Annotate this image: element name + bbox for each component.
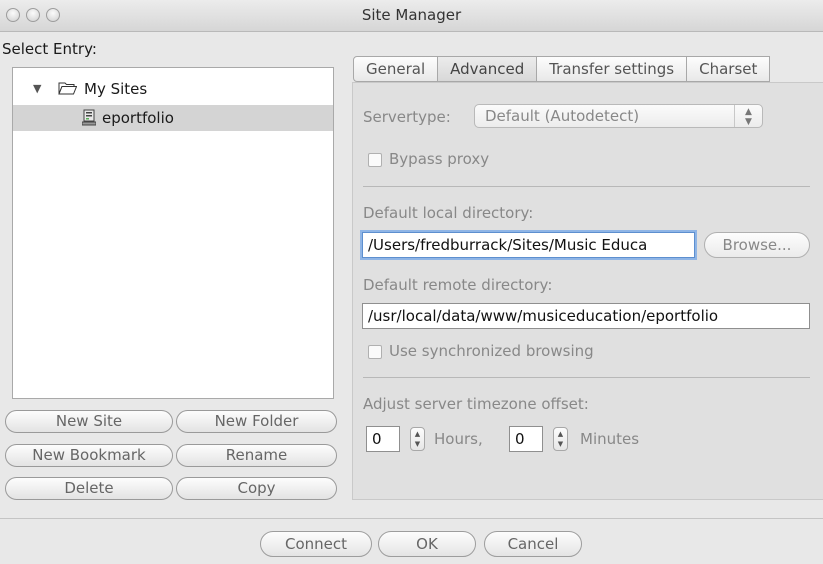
minutes-label: Minutes [580,430,640,448]
tab-general[interactable]: General [353,56,439,82]
tree-item-eportfolio[interactable]: eportfolio [13,105,333,131]
separator [363,377,810,378]
updown-arrows-icon: ▲ ▼ [734,105,762,127]
local-directory-label: Default local directory: [363,204,534,222]
select-entry-label: Select Entry: [2,40,97,58]
browse-button[interactable]: Browse... [704,232,810,258]
remote-directory-label: Default remote directory: [363,276,553,294]
tab-bar: General Advanced Transfer settings Chars… [353,56,771,82]
separator [0,518,823,519]
minutes-input[interactable]: 0 [509,426,543,452]
window-title: Site Manager [361,6,462,24]
hours-label: Hours, [434,430,483,448]
connect-button[interactable]: Connect [260,531,372,557]
new-bookmark-button[interactable]: New Bookmark [5,444,173,467]
synchronized-browsing-checkbox[interactable] [368,345,382,359]
servertype-select[interactable]: Default (Autodetect) ▲ ▼ [474,104,763,128]
new-folder-button[interactable]: New Folder [176,410,337,433]
site-tree[interactable]: ▼ My Sites eportfolio [12,67,334,399]
synchronized-browsing-label: Use synchronized browsing [389,342,594,360]
remote-directory-input[interactable]: /usr/local/data/www/musiceducation/eport… [362,303,810,329]
ok-button[interactable]: OK [378,531,476,557]
disclosure-triangle-icon[interactable]: ▼ [33,76,41,102]
rename-button[interactable]: Rename [176,444,337,467]
timezone-offset-label: Adjust server timezone offset: [363,395,589,413]
hours-input[interactable]: 0 [366,426,400,452]
separator [363,186,810,187]
tree-item-my-sites[interactable]: ▼ My Sites [13,76,333,102]
tree-item-label: My Sites [84,80,148,98]
tab-charset[interactable]: Charset [687,56,771,82]
cancel-button[interactable]: Cancel [484,531,582,557]
bypass-proxy-label: Bypass proxy [389,150,490,168]
hours-stepper[interactable]: ▲ ▼ [410,427,425,451]
minutes-stepper[interactable]: ▲ ▼ [553,427,568,451]
bypass-proxy-checkbox[interactable] [368,153,382,167]
tree-item-label: eportfolio [102,109,174,127]
title-bar: Site Manager [0,0,823,32]
delete-button[interactable]: Delete [5,477,173,500]
copy-button[interactable]: Copy [176,477,337,500]
server-icon [82,109,96,126]
local-directory-input[interactable]: /Users/fredburrack/Sites/Music Educa [362,232,695,258]
new-site-button[interactable]: New Site [5,410,173,433]
servertype-label: Servertype: [363,108,451,126]
folder-open-icon [58,82,77,95]
tab-advanced[interactable]: Advanced [438,56,538,82]
servertype-value: Default (Autodetect) [485,107,640,125]
tab-transfer-settings[interactable]: Transfer settings [537,56,688,82]
